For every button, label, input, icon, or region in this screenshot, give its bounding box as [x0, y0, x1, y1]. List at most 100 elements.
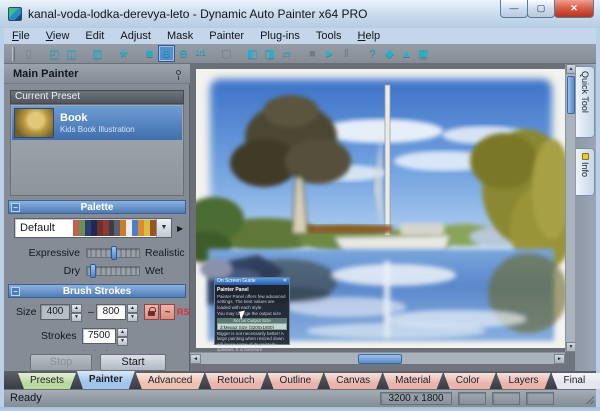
canvas-area: On Screen Guide ✕ Painter Panel Painter … [190, 64, 575, 371]
close-button[interactable]: ✕ [554, 0, 594, 18]
minimize-button[interactable]: — [500, 0, 528, 18]
menu-tools[interactable]: Tools [308, 29, 350, 43]
info-icon [582, 153, 589, 160]
play-render-icon[interactable]: ► [321, 45, 338, 62]
horizontal-scroll-thumb[interactable] [358, 354, 402, 364]
menu-painter[interactable]: Painter [201, 29, 252, 43]
curve-button[interactable]: ~ [160, 304, 175, 320]
preset-book-icon[interactable]: ◆ [381, 45, 398, 62]
tab-retouch[interactable]: Retouch [205, 373, 266, 389]
main-painter-panel: Main Painter Current Preset Book Kids Bo… [4, 64, 190, 371]
tab-advanced[interactable]: Advanced [136, 373, 204, 389]
brush-strokes-section-header[interactable]: – Brush Strokes [8, 284, 186, 298]
tab-final-output[interactable]: Final Output [552, 373, 600, 389]
open-folder-icon[interactable]: ◰ [46, 45, 63, 62]
tab-quick-tool[interactable]: Quick Tool [576, 66, 595, 138]
new-document-icon: ▯ [20, 45, 37, 62]
fullscreen-icon[interactable]: ▣ [415, 45, 432, 62]
start-button[interactable]: Start [100, 354, 166, 371]
vertical-scroll-thumb[interactable] [567, 76, 575, 114]
lock-button[interactable] [144, 304, 159, 320]
palette-section-header[interactable]: – Palette [8, 200, 186, 214]
strokes-field[interactable]: 7500 [82, 328, 116, 344]
dry-wet-slider[interactable] [86, 266, 140, 276]
tab-color-adjust[interactable]: Color Adjust [444, 373, 496, 389]
on-screen-guide[interactable]: On Screen Guide ✕ Painter Panel Painter … [214, 277, 290, 345]
palette-expand-icon[interactable]: ▶ [177, 224, 183, 233]
tab-material[interactable]: Material [383, 373, 443, 389]
export-image-icon[interactable]: ◙ [141, 45, 158, 62]
menu-file[interactable]: File [4, 29, 38, 43]
guide-close-icon[interactable]: ✕ [283, 278, 287, 285]
bottom-tab-strip: Presets Painter Advanced Retouch Outline… [4, 371, 596, 389]
menu-bar: File View Edit Adjust Mask Painter Plug-… [4, 28, 596, 44]
palette-dropdown[interactable]: Default ▼ [14, 218, 172, 238]
panel-left-icon[interactable]: ◧ [244, 45, 261, 62]
collapse-icon[interactable]: – [11, 203, 20, 212]
actual-size-icon[interactable]: 1:1 [192, 45, 209, 62]
collapse-icon[interactable]: – [11, 287, 20, 296]
pin-icon[interactable] [176, 70, 181, 75]
tab-presets[interactable]: Presets [18, 373, 76, 389]
favorite-star-icon[interactable]: ★ [115, 45, 132, 62]
current-preset-header: Current Preset [10, 90, 184, 104]
crop-icon[interactable]: ▱ [278, 45, 295, 62]
size-max-stepper[interactable]: ▲▼ [127, 304, 138, 320]
quick-tool-label: Quick Tool [580, 71, 590, 113]
slider-label-dry: Dry [20, 264, 80, 278]
app-icon [8, 7, 22, 21]
palette-value: Default [15, 222, 73, 234]
expressive-realistic-slider[interactable] [86, 248, 140, 258]
pause-render-icon: ‖ [338, 45, 355, 62]
menu-adjust[interactable]: Adjust [112, 29, 159, 43]
menu-view[interactable]: View [38, 29, 78, 43]
output-size-dropdown[interactable]: 3:Mega2 Size (3200x1800) [217, 323, 287, 330]
image-size-box: 3200 x 1800 [380, 392, 452, 405]
menu-mask[interactable]: Mask [159, 29, 201, 43]
help-icon[interactable]: ? [364, 45, 381, 62]
stop-render-icon: ■ [304, 45, 321, 62]
size-max-field[interactable]: 800 [96, 304, 126, 320]
slider-label-wet: Wet [145, 264, 163, 278]
preset-name: Book [60, 112, 135, 125]
slider-thumb[interactable] [111, 246, 117, 260]
duplicate-icon[interactable]: ▥ [89, 45, 106, 62]
resize-grip[interactable] [586, 396, 594, 404]
title-bar[interactable]: kanal-voda-lodka-derevya-leto - Dynamic … [0, 0, 600, 28]
size-min-stepper[interactable]: ▲▼ [71, 304, 82, 320]
tab-layers[interactable]: Layers [497, 373, 551, 389]
update-icon[interactable]: ▲ [398, 45, 415, 62]
preset-list[interactable]: Book Kids Book Illustration [10, 104, 184, 196]
chevron-down-icon[interactable]: ▼ [156, 219, 171, 237]
tab-canvas[interactable]: Canvas [324, 373, 382, 389]
strokes-label: Strokes [41, 329, 77, 343]
zoom-out-icon[interactable]: ⊖ [175, 45, 192, 62]
horizontal-scrollbar[interactable]: ◄ ► [190, 352, 565, 364]
canvas-viewport[interactable]: On Screen Guide ✕ Painter Panel Painter … [190, 64, 565, 352]
menu-help[interactable]: Help [350, 29, 389, 43]
tab-painter[interactable]: Painter [77, 371, 135, 389]
tab-outline[interactable]: Outline [268, 373, 324, 389]
strokes-stepper[interactable]: ▲▼ [117, 328, 128, 344]
scroll-right-icon[interactable]: ► [554, 354, 565, 364]
size-label: Size [16, 305, 36, 319]
rs-label[interactable]: RS [177, 307, 190, 317]
tab-info[interactable]: Info [576, 148, 595, 196]
size-min-field[interactable]: 400 [40, 304, 70, 320]
maximize-button[interactable]: ▢ [527, 0, 555, 18]
window-title: kanal-voda-lodka-derevya-leto - Dynamic … [28, 7, 368, 21]
window-frame-bottom [0, 407, 600, 411]
toolbar: ▯ ◰ ◫ ▥ ★ ◙ ⊕ ⊖ 1:1 ▢ ◧ ◨ ▱ ■ ► ‖ ? ◆ ▲ … [4, 44, 596, 64]
preset-item-selected[interactable]: Book Kids Book Illustration [12, 106, 182, 140]
scroll-left-icon[interactable]: ◄ [190, 354, 201, 364]
menu-edit[interactable]: Edit [77, 29, 112, 43]
panel-right-icon[interactable]: ◨ [261, 45, 278, 62]
guide-paragraph: Painter Panel offers few advanced settin… [217, 294, 287, 310]
zoom-in-icon[interactable]: ⊕ [158, 45, 175, 62]
selection-icon: ▢ [218, 45, 235, 62]
save-icon[interactable]: ◫ [63, 45, 80, 62]
vertical-scrollbar[interactable]: ▲ ▼ [565, 64, 575, 352]
guide-paragraph: You may change the output size [217, 311, 287, 316]
slider-thumb[interactable] [90, 264, 96, 278]
menu-plugins[interactable]: Plug-ins [252, 29, 308, 43]
